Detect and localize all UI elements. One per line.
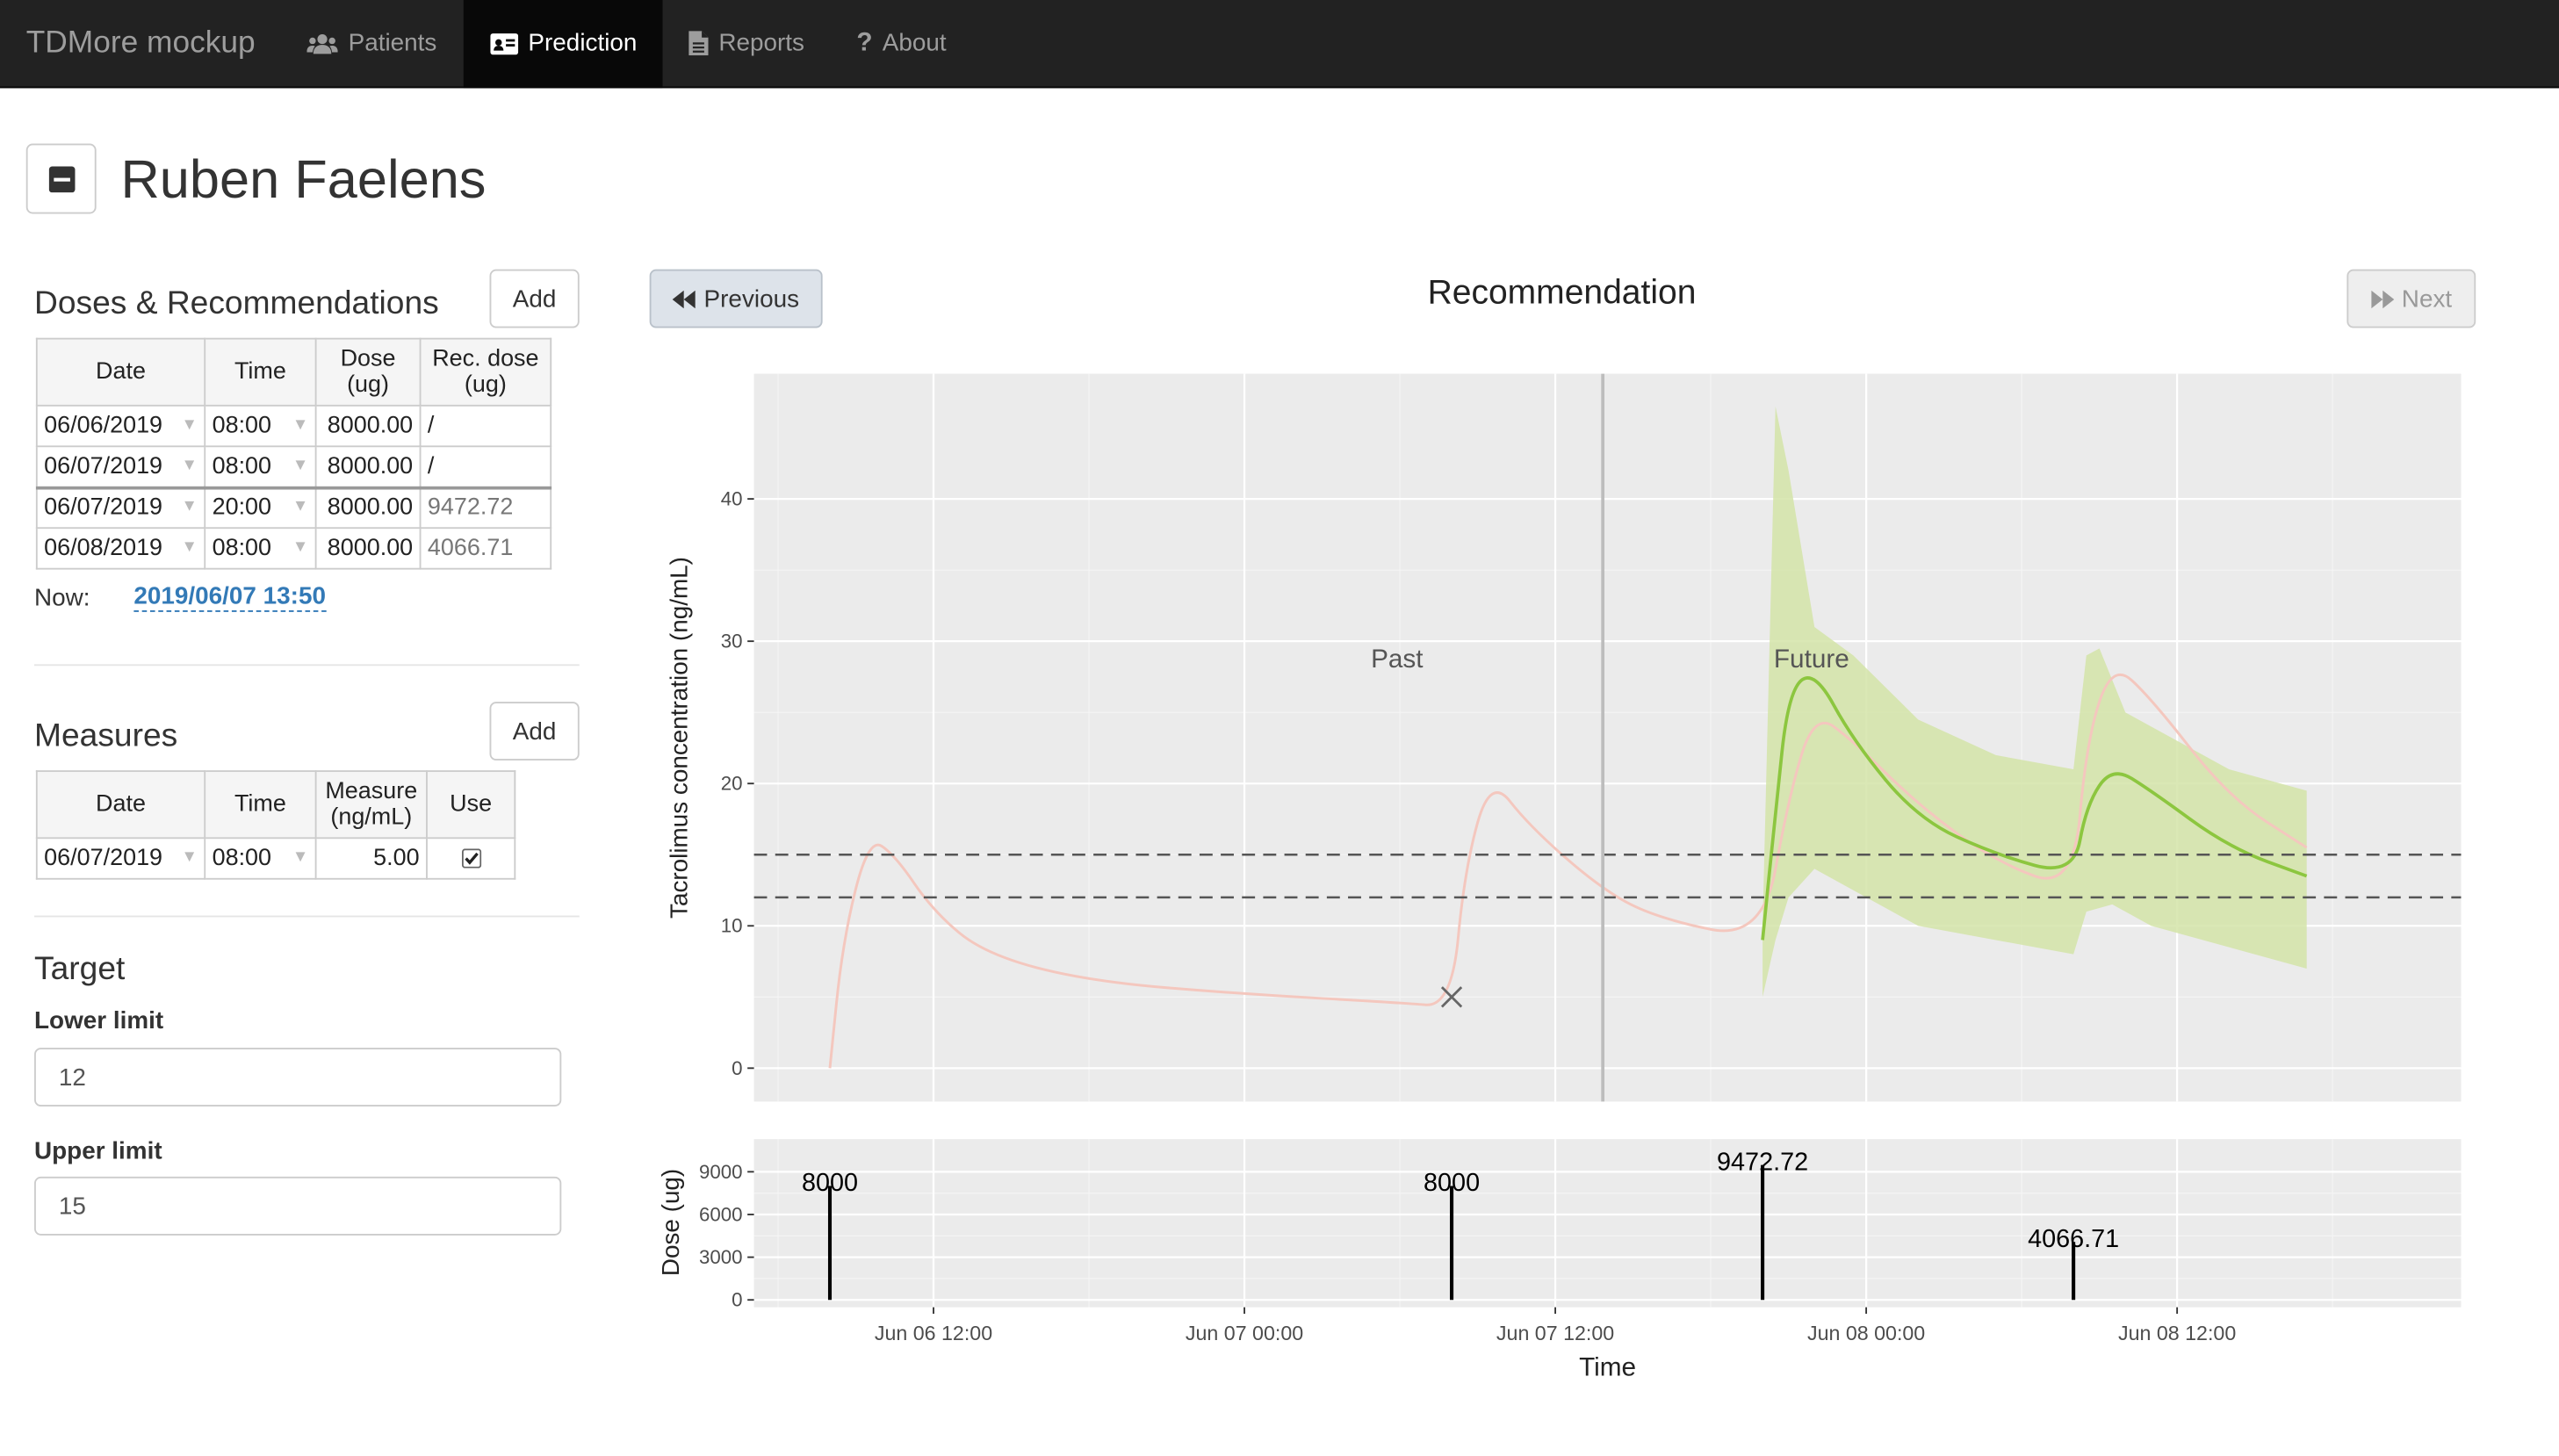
dose-y-axis-title: Dose (ug) <box>657 1169 684 1276</box>
y-tick-label: 0 <box>732 1289 742 1311</box>
past-label: Past <box>1371 645 1424 674</box>
dose-value-label: 8000 <box>802 1169 858 1197</box>
y-tick-label: 10 <box>721 915 743 937</box>
y-axis-title: Tacrolimus concentration (ng/mL) <box>665 557 692 919</box>
x-tick-label: Jun 08 00:00 <box>1807 1322 1925 1344</box>
x-axis-title: Time <box>1579 1353 1636 1382</box>
x-tick-label: Jun 07 00:00 <box>1186 1322 1303 1344</box>
y-tick-label: 40 <box>721 488 743 510</box>
y-tick-label: 30 <box>721 631 743 652</box>
dose-plot: 0 3000 6000 9000 Jun 06 12:00 Jun 07 00:00 Jun… <box>657 1139 2462 1382</box>
future-label: Future <box>1774 645 1849 674</box>
concentration-plot: 0 10 20 30 40 Past Future Tacrolimus concentrat… <box>665 373 2462 1102</box>
recommendation-chart: 0 10 20 30 40 Past Future Tacrolimus concentrat… <box>657 373 2462 1382</box>
x-tick-label: Jun 08 12:00 <box>2118 1322 2236 1344</box>
dose-plot-background <box>753 1139 2462 1308</box>
y-tick-label: 0 <box>732 1057 742 1079</box>
y-tick-label: 6000 <box>699 1203 743 1225</box>
y-tick-label: 9000 <box>699 1161 743 1183</box>
dose-value-label: 8000 <box>1424 1169 1480 1197</box>
dose-value-label: 9472.72 <box>1717 1148 1808 1176</box>
plot-background <box>753 373 2462 1102</box>
x-tick-label: Jun 07 12:00 <box>1496 1322 1614 1344</box>
dose-value-label: 4066.71 <box>2028 1225 2119 1253</box>
y-tick-label: 20 <box>721 773 743 795</box>
x-tick-label: Jun 06 12:00 <box>875 1322 992 1344</box>
y-tick-label: 3000 <box>699 1246 743 1268</box>
app-root: TDMore mockup Patients Prediction Report… <box>0 0 2559 1447</box>
